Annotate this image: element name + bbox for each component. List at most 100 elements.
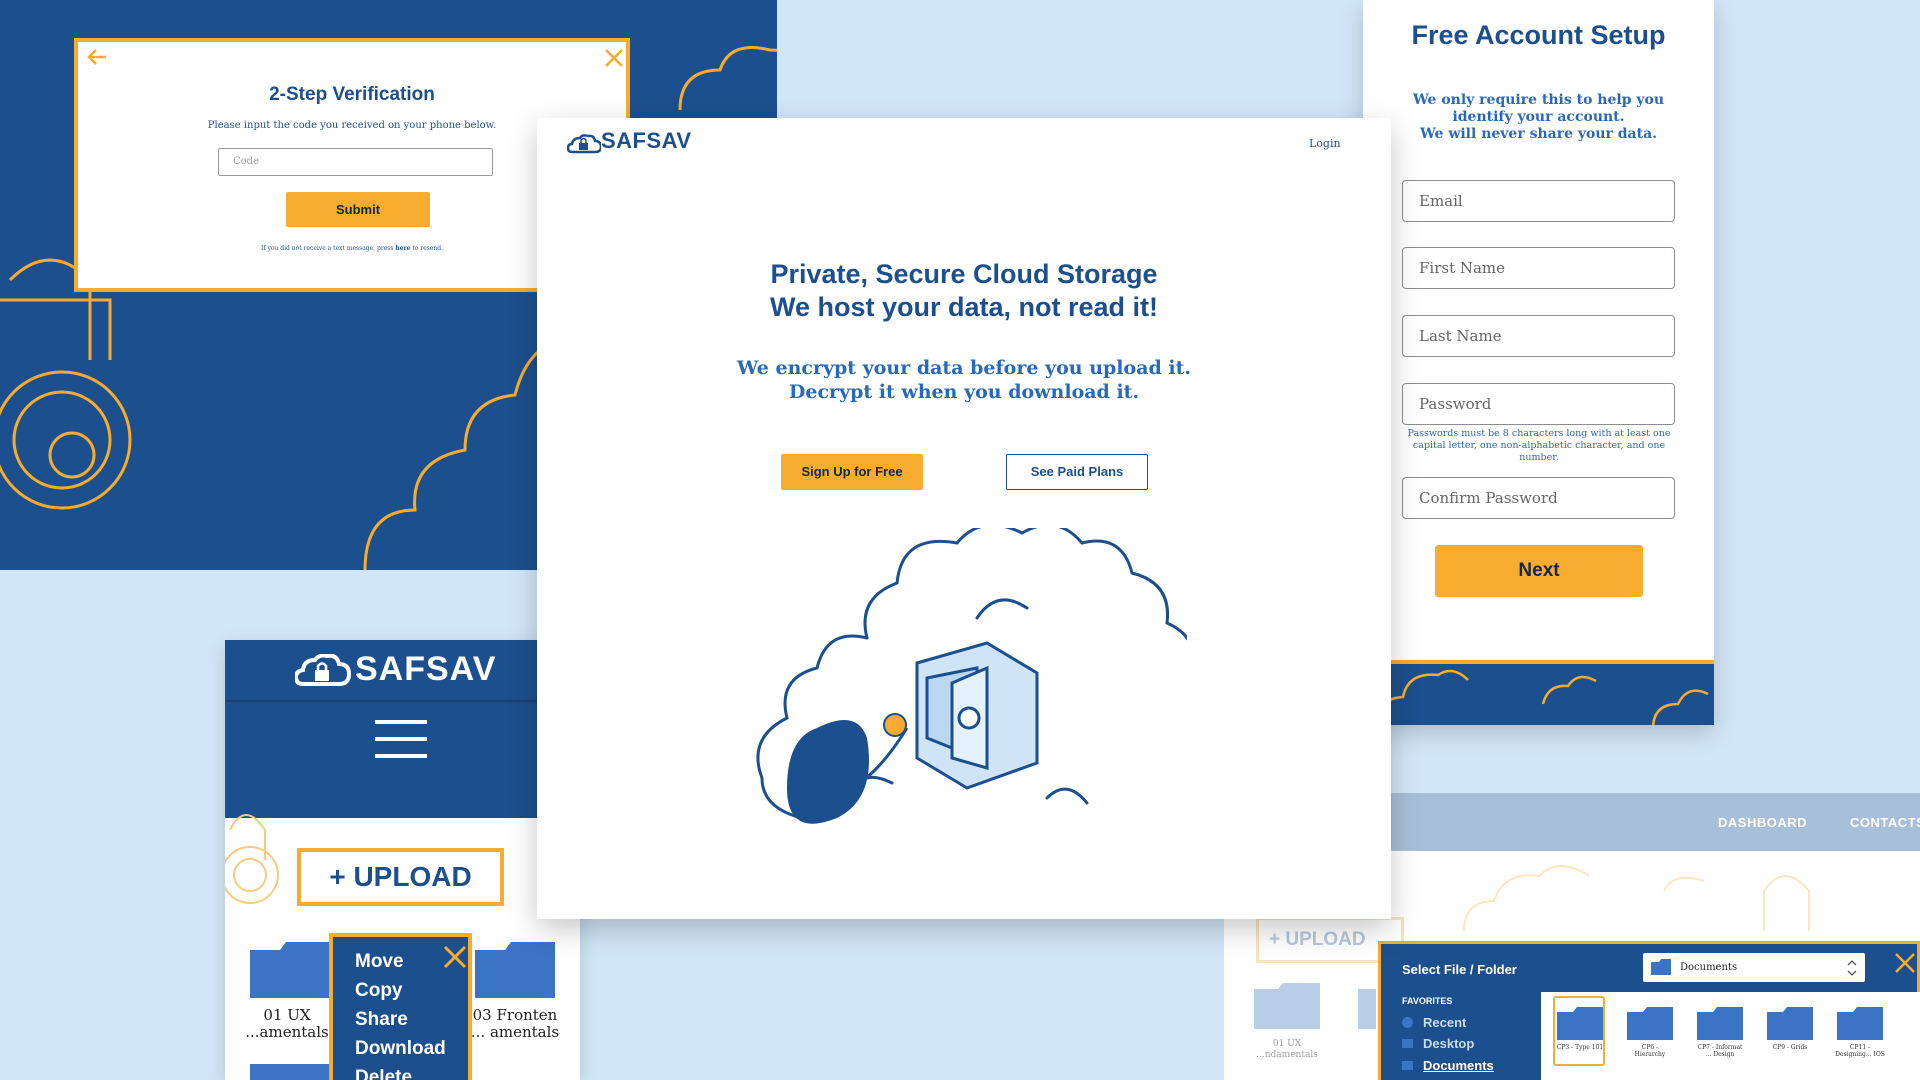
- hero-headline-line: We host your data, not read it!: [769, 292, 1159, 322]
- hamburger-menu-icon[interactable]: [375, 718, 427, 760]
- grid-item-label-line: CP9 - Grids: [1772, 1044, 1808, 1051]
- favorite-recent[interactable]: Recent: [1423, 1015, 1466, 1030]
- dashboard-title: Dashboard: [329, 790, 476, 821]
- setup-subtitle-line: We only require this to help you: [1412, 92, 1665, 108]
- folder-label: 01 UX ...ndamentals: [1244, 1039, 1330, 1061]
- folder-label-line: 03 Fronten: [472, 1006, 558, 1024]
- grid-item-label-line: CP6 -: [1641, 1044, 1659, 1051]
- cloud-decoration: [1372, 669, 1709, 725]
- upload-label: UPLOAD: [1285, 929, 1366, 950]
- menu-item-copy[interactable]: Copy: [355, 980, 403, 1002]
- upload-button[interactable]: + UPLOAD: [297, 848, 504, 906]
- verification-title: 2-Step Verification: [269, 84, 435, 105]
- context-menu: Move Copy Share Download Delete: [329, 933, 472, 1080]
- favorite-desktop[interactable]: Desktop: [1423, 1036, 1474, 1051]
- folder-icon[interactable]: [475, 940, 555, 998]
- close-icon[interactable]: [1894, 952, 1916, 974]
- last-name-field[interactable]: Last Name: [1402, 315, 1675, 357]
- paid-plans-button[interactable]: See Paid Plans: [1006, 454, 1148, 490]
- setup-footer: [1363, 660, 1714, 725]
- grid-item-label-line: CP7 - Informat: [1697, 1044, 1743, 1051]
- mobile-brand: SAFSAV: [355, 650, 497, 688]
- grid-item-label: CP3 - Type 101: [1549, 1044, 1611, 1051]
- background-decoration: [1463, 865, 1810, 932]
- email-field[interactable]: Email: [1402, 180, 1675, 222]
- chevron-up-down-icon: [1847, 960, 1857, 976]
- nav-item-dashboard[interactable]: DASHBOARD: [1718, 815, 1807, 830]
- hero-headline-line: Private, Secure Cloud Storage: [770, 259, 1158, 289]
- resend-suffix: to resend.: [410, 245, 443, 252]
- grid-item-label-line: CP11 -: [1849, 1044, 1871, 1051]
- back-arrow-icon[interactable]: [86, 48, 108, 66]
- mobile-dashboard-panel: SAFSAV Dashboard + UPLOAD 01 UX ...ament…: [225, 640, 580, 1080]
- nav-item-contacts[interactable]: CONTACTS: [1850, 815, 1920, 830]
- password-hint: Passwords must be 8 characters long with…: [1407, 428, 1671, 463]
- menu-item-delete[interactable]: Delete: [355, 1067, 412, 1080]
- cloud-safe-illustration: [756, 528, 1187, 824]
- folder-icon[interactable]: [1697, 1006, 1743, 1040]
- folder-icon[interactable]: [1767, 1006, 1813, 1040]
- menu-item-download[interactable]: Download: [355, 1038, 446, 1060]
- plus-icon: +: [329, 861, 346, 892]
- folder-icon[interactable]: [1627, 1006, 1673, 1040]
- favorite-documents[interactable]: Documents: [1423, 1058, 1494, 1073]
- first-name-field[interactable]: First Name: [1402, 247, 1675, 289]
- grid-item-label-line: Designing... IOS: [1835, 1051, 1885, 1058]
- folder-label: 03 Fronten ... amentals: [465, 1007, 565, 1041]
- plus-icon: +: [1269, 929, 1281, 950]
- folder-icon[interactable]: [1837, 1006, 1883, 1040]
- documents-icon: [1402, 1061, 1413, 1070]
- cloud-lock-logo-icon: [295, 654, 351, 686]
- grid-item-label: CP7 - Informat... Design: [1689, 1044, 1751, 1058]
- grid-item-label: CP6 - Hierarchy: [1619, 1044, 1681, 1058]
- confirm-password-field[interactable]: Confirm Password: [1402, 477, 1675, 519]
- file-select-dialog: Select File / Folder Documents FAVORITES…: [1378, 941, 1920, 1080]
- mobile-header: SAFSAV: [225, 640, 580, 702]
- file-grid: CP3 - Type 101 CP6 - Hierarchy CP7 - Info…: [1541, 992, 1920, 1080]
- folder-icon[interactable]: [1358, 981, 1376, 1029]
- close-icon[interactable]: [604, 48, 624, 68]
- location-select[interactable]: Documents: [1643, 953, 1865, 982]
- hero-headline: Private, Secure Cloud Storage We host yo…: [537, 258, 1391, 324]
- next-button[interactable]: Next: [1435, 545, 1643, 597]
- setup-subtitle-line: We will never share your data.: [1419, 126, 1658, 142]
- dialog-title: Select File / Folder: [1402, 962, 1517, 977]
- setup-title: Free Account Setup: [1411, 20, 1666, 50]
- folder-icon[interactable]: [250, 940, 330, 998]
- grid-item-label-line: CP3 - Type 101: [1556, 1044, 1604, 1051]
- code-input[interactable]: Code: [218, 148, 493, 176]
- menu-item-share[interactable]: Share: [355, 1009, 408, 1031]
- resend-prefix: If you did not receive a text message, p…: [261, 245, 396, 252]
- hero-subheadline: We encrypt your data before you upload i…: [537, 356, 1391, 404]
- folder-label-line: 01 UX: [1272, 1039, 1302, 1049]
- menu-item-move[interactable]: Move: [355, 951, 404, 973]
- folder-icon: [1651, 959, 1671, 975]
- location-selected: Documents: [1680, 962, 1738, 973]
- grid-item-label: CP11 - Designing... IOS: [1829, 1044, 1891, 1058]
- cloud-lock-logo-icon: [567, 134, 601, 154]
- brand-logo[interactable]: SAFSAV: [601, 128, 692, 154]
- desktop-icon: [1402, 1039, 1413, 1048]
- submit-button[interactable]: Submit: [286, 192, 430, 227]
- folder-label-line: ...amentals: [245, 1023, 329, 1041]
- grid-item-label: CP9 - Grids: [1759, 1044, 1821, 1051]
- signup-button[interactable]: Sign Up for Free: [781, 454, 923, 490]
- resend-link[interactable]: here: [395, 245, 410, 252]
- login-link[interactable]: Login: [1309, 137, 1341, 150]
- setup-subtitle: We only require this to help you identif…: [1393, 92, 1684, 143]
- folder-icon[interactable]: [250, 1060, 330, 1080]
- folder-label-line: 01 UX: [263, 1006, 311, 1024]
- folder-label-line: ...ndamentals: [1256, 1050, 1318, 1060]
- password-field[interactable]: Password: [1402, 383, 1675, 425]
- upload-label: UPLOAD: [353, 861, 472, 892]
- favorites-title: FAVORITES: [1402, 996, 1453, 1006]
- recent-icon: [1402, 1017, 1413, 1028]
- folder-icon[interactable]: [1254, 981, 1320, 1029]
- screenshot-root: { "verify": { "title": "2-Step Verificat…: [0, 0, 1920, 1080]
- folder-label: 01 UX ...amentals: [237, 1007, 337, 1041]
- account-setup-panel: Free Account Setup We only require this …: [1363, 0, 1714, 725]
- grid-item-label-line: ... Design: [1705, 1051, 1735, 1058]
- close-icon[interactable]: [443, 945, 467, 969]
- setup-subtitle-line: identify your account.: [1452, 109, 1625, 125]
- folder-icon[interactable]: [1557, 1006, 1603, 1040]
